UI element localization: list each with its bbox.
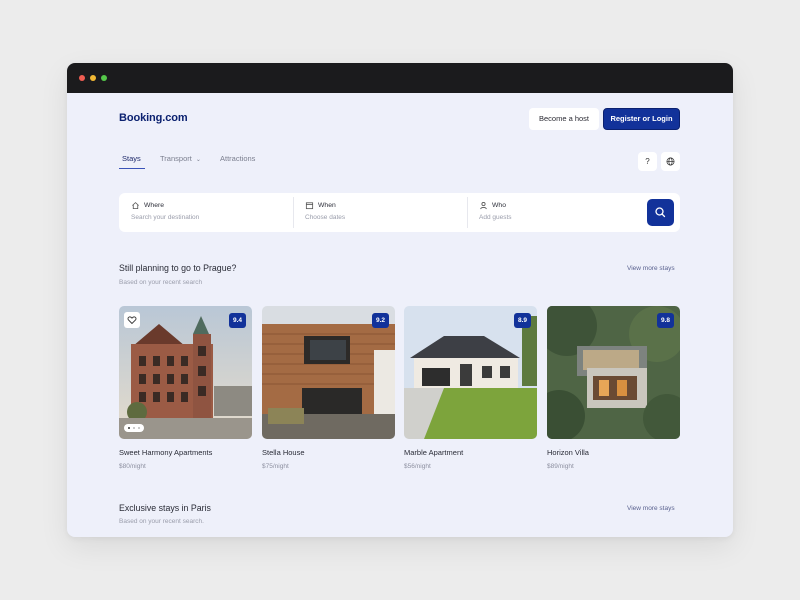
stay-photo: 9.4 bbox=[119, 306, 252, 439]
stay-price: $75/night bbox=[262, 463, 289, 470]
tab-stays-label: Stays bbox=[122, 154, 141, 163]
stay-photo: 9.2 bbox=[262, 306, 395, 439]
search-icon bbox=[655, 207, 666, 218]
photo-carousel-dots[interactable] bbox=[124, 424, 144, 432]
where-field[interactable]: Where Search your destination bbox=[119, 193, 293, 232]
stay-name[interactable]: Horizon Villa bbox=[547, 448, 589, 457]
close-window-button[interactable] bbox=[79, 75, 85, 81]
stay-price: $89/night bbox=[547, 463, 574, 470]
rating-badge: 9.8 bbox=[657, 313, 674, 328]
when-placeholder: Choose dates bbox=[305, 214, 346, 221]
user-icon bbox=[480, 202, 487, 210]
view-more-stays-link[interactable]: View more stays bbox=[627, 265, 675, 272]
when-label: When bbox=[318, 202, 336, 209]
stay-price: $56/night bbox=[404, 463, 431, 470]
view-more-stays-link[interactable]: View more stays bbox=[627, 505, 675, 512]
search-bar: Where Search your destination When Choos… bbox=[119, 193, 680, 232]
tab-transport[interactable]: Transport ⌄ bbox=[160, 154, 201, 163]
where-placeholder: Search your destination bbox=[131, 214, 200, 221]
carousel-dot[interactable] bbox=[138, 427, 140, 429]
browser-window: Booking.com Become a host Register or Lo… bbox=[67, 63, 733, 537]
window-titlebar bbox=[67, 63, 733, 93]
section-title: Still planning to go to Prague? bbox=[119, 263, 237, 273]
minimize-window-button[interactable] bbox=[90, 75, 96, 81]
who-label: Who bbox=[492, 202, 506, 209]
language-button[interactable] bbox=[661, 152, 680, 171]
stay-photo: 9.8 bbox=[547, 306, 680, 439]
help-icon: ? bbox=[645, 157, 650, 166]
calendar-icon bbox=[305, 202, 314, 210]
heart-icon bbox=[127, 316, 137, 325]
register-login-button[interactable]: Register or Login bbox=[603, 108, 680, 130]
become-host-button[interactable]: Become a host bbox=[529, 108, 599, 130]
tab-attractions-label: Attractions bbox=[220, 154, 256, 163]
who-field[interactable]: Who Add guests bbox=[467, 193, 642, 232]
favorite-button[interactable] bbox=[124, 312, 140, 328]
section-subtitle: Based on your recent search. bbox=[119, 518, 204, 525]
booking-logo[interactable]: Booking.com bbox=[119, 112, 188, 124]
carousel-dot-active[interactable] bbox=[128, 427, 130, 429]
home-icon bbox=[132, 202, 139, 210]
section-subtitle: Based on your recent search bbox=[119, 279, 203, 286]
rating-badge: 8.9 bbox=[514, 313, 531, 328]
page-content: Booking.com Become a host Register or Lo… bbox=[67, 93, 733, 537]
who-placeholder: Add guests bbox=[479, 214, 512, 221]
stay-price: $80/night bbox=[119, 463, 146, 470]
tab-stays[interactable]: Stays bbox=[122, 154, 141, 163]
when-field[interactable]: When Choose dates bbox=[293, 193, 467, 232]
carousel-dot[interactable] bbox=[133, 427, 135, 429]
where-label: Where bbox=[144, 202, 165, 209]
stay-photo: 8.9 bbox=[404, 306, 537, 439]
stay-name[interactable]: Sweet Harmony Apartments bbox=[119, 448, 212, 457]
tab-attractions[interactable]: Attractions bbox=[220, 154, 255, 163]
globe-icon bbox=[666, 157, 675, 166]
maximize-window-button[interactable] bbox=[101, 75, 107, 81]
help-button[interactable]: ? bbox=[638, 152, 657, 171]
stay-name[interactable]: Marble Apartment bbox=[404, 448, 463, 457]
chevron-down-icon: ⌄ bbox=[195, 157, 201, 163]
stay-name[interactable]: Stella House bbox=[262, 448, 305, 457]
rating-badge: 9.4 bbox=[229, 313, 246, 328]
section-title: Exclusive stays in Paris bbox=[119, 503, 211, 513]
active-tab-indicator bbox=[119, 168, 145, 169]
tab-transport-label: Transport bbox=[160, 154, 192, 163]
rating-badge: 9.2 bbox=[372, 313, 389, 328]
search-button[interactable] bbox=[647, 199, 674, 226]
